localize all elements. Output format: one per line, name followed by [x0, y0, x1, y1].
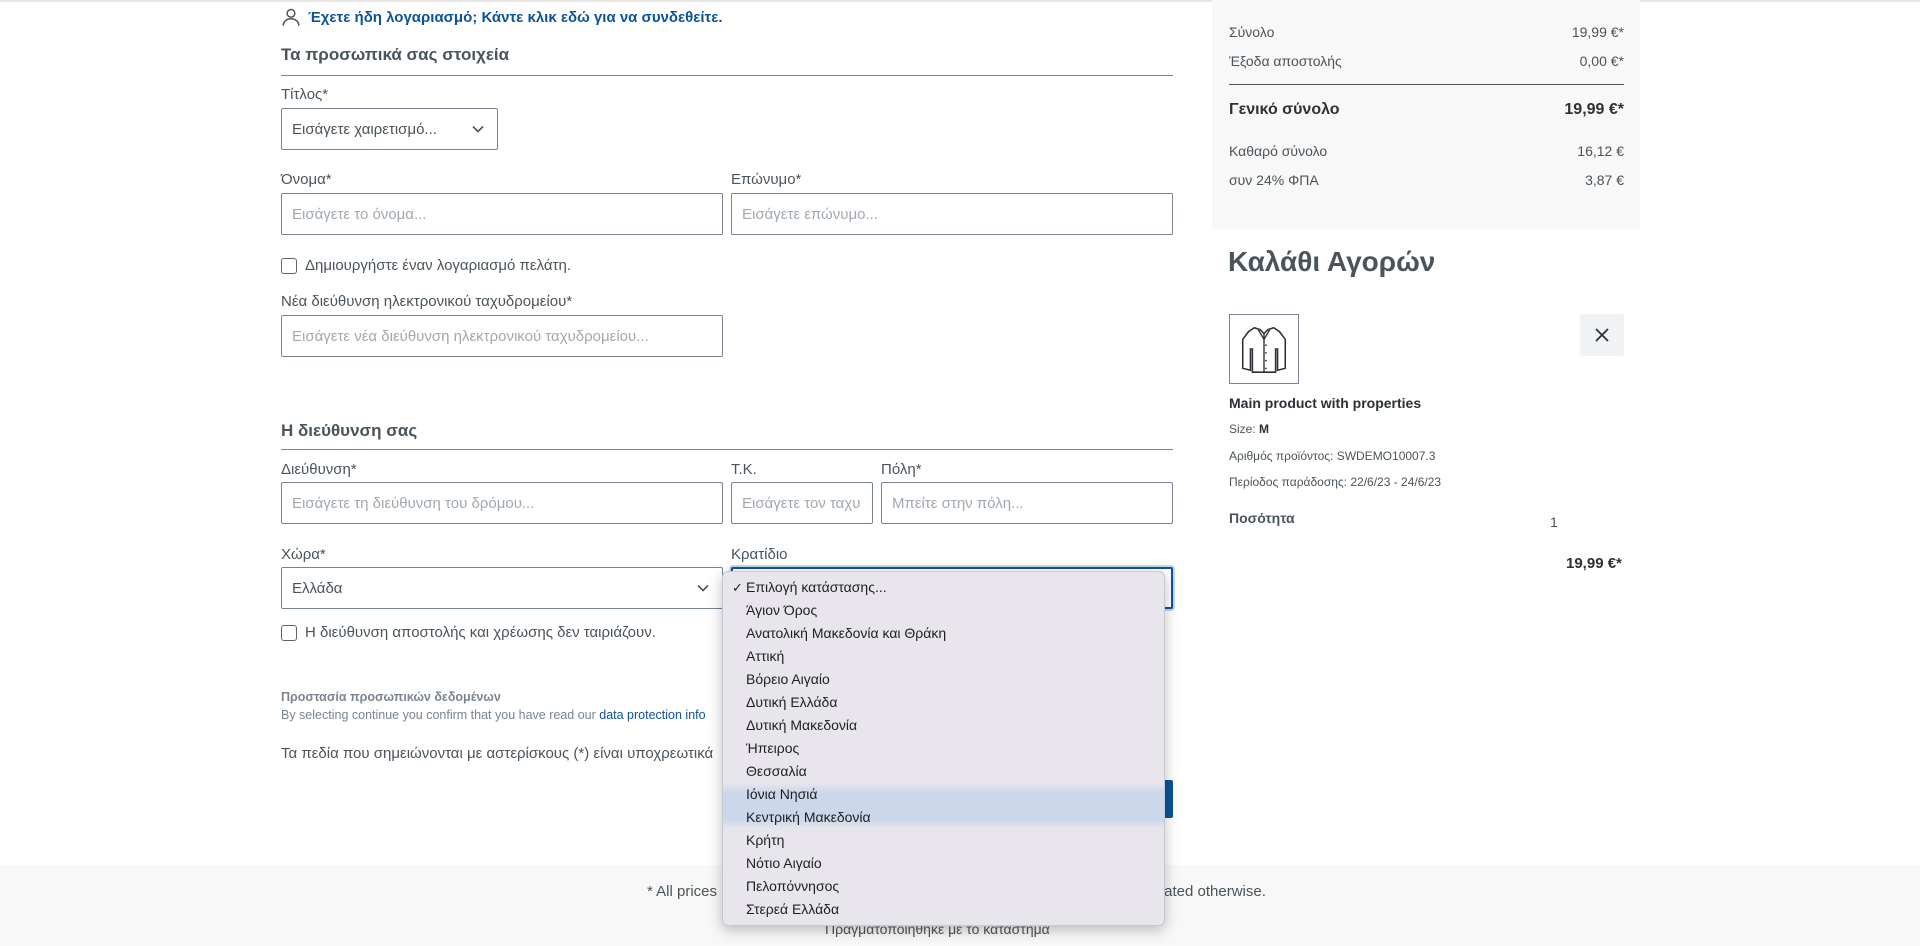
- different-shipping-label: Η διεύθυνση αποστολής και χρέωσης δεν τα…: [305, 624, 656, 641]
- country-select[interactable]: Ελλάδα: [281, 567, 723, 609]
- create-account-checkbox[interactable]: [281, 257, 297, 274]
- product-number: Αριθμός προϊόντος: SWDEMO10007.3: [1229, 449, 1436, 463]
- state-option[interactable]: Αττική: [723, 645, 1164, 668]
- subtotal-label: Σύνολο: [1229, 24, 1275, 40]
- first-name-field[interactable]: Εισάγετε το όνομα...: [281, 193, 723, 235]
- state-option[interactable]: Βόρειο Αιγαίο: [723, 668, 1164, 691]
- create-account-row[interactable]: Δημιουργήστε έναν λογαριασμό πελάτη.: [281, 257, 571, 274]
- size-value: M: [1259, 422, 1270, 436]
- create-account-label: Δημιουργήστε έναν λογαριασμό πελάτη.: [305, 257, 571, 274]
- personal-heading: Τα προσωπικά σας στοιχεία: [281, 45, 510, 64]
- grand-total-value: 19,99 €*: [1564, 101, 1624, 118]
- country-value: Ελλάδα: [292, 579, 343, 597]
- city-placeholder: Μπείτε στην πόλη...: [892, 494, 1024, 512]
- shipping-row: Έξοδα αποστολής 0,00 €*: [1229, 53, 1624, 69]
- product-name[interactable]: Main product with properties: [1229, 395, 1421, 411]
- title-label: Τίτλος*: [281, 86, 329, 103]
- last-name-placeholder: Εισάγετε επώνυμο...: [742, 205, 878, 223]
- state-option[interactable]: Νότιο Αιγαίο: [723, 852, 1164, 875]
- state-option[interactable]: Ήπειρος: [723, 737, 1164, 760]
- shipping-value: 0,00 €*: [1579, 53, 1624, 69]
- state-option[interactable]: Στερεά Ελλάδα: [723, 898, 1164, 921]
- state-option[interactable]: Πελοπόννησος: [723, 875, 1164, 898]
- net-total-row: Καθαρό σύνολο 16,12 €: [1229, 143, 1624, 159]
- street-label: Διεύθυνση*: [281, 461, 357, 478]
- remove-item-button[interactable]: [1580, 314, 1624, 356]
- privacy-title: Προστασία προσωπικών δεδομένων: [281, 690, 501, 704]
- summary-divider: [1229, 84, 1624, 85]
- city-label: Πόλη*: [881, 461, 922, 478]
- state-option[interactable]: Δυτική Μακεδονία: [723, 714, 1164, 737]
- salutation-select[interactable]: Εισάγετε χαιρετισμό...: [281, 108, 498, 150]
- first-name-label: Όνομα*: [281, 171, 332, 188]
- state-label: Κρατίδιο: [731, 546, 788, 563]
- email-label: Νέα διεύθυνση ηλεκτρονικού ταχυδρομείου*: [281, 293, 573, 310]
- login-hint[interactable]: Έχετε ήδη λογαριασμό; Κάντε κλικ εδώ για…: [280, 6, 723, 28]
- salutation-value: Εισάγετε χαιρετισμό...: [292, 120, 437, 138]
- data-protection-link[interactable]: data protection info: [599, 708, 705, 722]
- privacy-text: By selecting continue you confirm that y…: [281, 708, 706, 722]
- line-item-price: 19,99 €*: [1566, 555, 1622, 572]
- vat-value: 3,87 €: [1585, 172, 1624, 188]
- state-dropdown-menu[interactable]: Επιλογή κατάστασης...Άγιον ΌροςΑνατολική…: [722, 571, 1165, 926]
- state-option[interactable]: Κεντρική Μακεδονία: [723, 806, 1164, 829]
- delivery-period: Περίοδος παράδοσης: 22/6/23 - 24/6/23: [1229, 475, 1442, 489]
- vat-row: συν 24% ΦΠΑ 3,87 €: [1229, 172, 1624, 188]
- chevron-down-icon: [472, 125, 484, 133]
- net-total-label: Καθαρό σύνολο: [1229, 143, 1328, 159]
- section-divider: [281, 75, 1173, 76]
- state-option[interactable]: Επιλογή κατάστασης...: [723, 576, 1164, 599]
- privacy-sentence: By selecting continue you confirm that y…: [281, 708, 600, 722]
- city-field[interactable]: Μπείτε στην πόλη...: [881, 482, 1173, 524]
- state-option[interactable]: Δυτική Ελλάδα: [723, 691, 1164, 714]
- required-fields-note: Τα πεδία που σημειώνονται με αστερίσκους…: [281, 745, 714, 762]
- quantity-value: 1: [1550, 514, 1558, 530]
- size-label: Size:: [1229, 422, 1260, 436]
- address-heading: Η διεύθυνση σας: [281, 421, 418, 440]
- street-placeholder: Εισάγετε τη διεύθυνση του δρόμου...: [292, 494, 535, 512]
- close-icon: [1595, 328, 1609, 342]
- grand-total-row: Γενικό σύνολο 19,99 €*: [1229, 101, 1624, 119]
- zip-placeholder: Εισάγετε τον ταχυ: [742, 494, 861, 512]
- shipping-label: Έξοδα αποστολής: [1229, 53, 1342, 69]
- product-image[interactable]: [1229, 314, 1299, 384]
- state-option[interactable]: Θεσσαλία: [723, 760, 1164, 783]
- state-options-list: Επιλογή κατάστασης...Άγιον ΌροςΑνατολική…: [723, 572, 1164, 921]
- email-placeholder: Εισάγετε νέα διεύθυνση ηλεκτρονικού ταχυ…: [292, 327, 649, 345]
- chevron-down-icon: [697, 584, 709, 592]
- vat-label: συν 24% ΦΠΑ: [1229, 172, 1319, 188]
- last-name-label: Επώνυμο*: [731, 171, 802, 188]
- first-name-placeholder: Εισάγετε το όνομα...: [292, 205, 427, 223]
- different-shipping-row[interactable]: Η διεύθυνση αποστολής και χρέωσης δεν τα…: [281, 624, 656, 641]
- zip-label: Τ.Κ.: [731, 461, 757, 478]
- jacket-icon: [1241, 326, 1287, 373]
- street-field[interactable]: Εισάγετε τη διεύθυνση του δρόμου...: [281, 482, 723, 524]
- country-label: Χώρα*: [281, 546, 326, 563]
- subtotal-row: Σύνολο 19,99 €*: [1229, 24, 1624, 40]
- section-divider: [281, 449, 1173, 450]
- footer-prices-note-end: tated otherwise.: [1160, 883, 1266, 900]
- state-option[interactable]: Άγιον Όρος: [723, 599, 1164, 622]
- footer-prices-note: * All prices: [647, 883, 718, 900]
- user-icon: [282, 8, 300, 26]
- net-total-value: 16,12 €: [1577, 143, 1624, 159]
- state-option[interactable]: Ανατολική Μακεδονία και Θράκη: [723, 622, 1164, 645]
- last-name-field[interactable]: Εισάγετε επώνυμο...: [731, 193, 1173, 235]
- email-field[interactable]: Εισάγετε νέα διεύθυνση ηλεκτρονικού ταχυ…: [281, 315, 723, 357]
- login-link[interactable]: Έχετε ήδη λογαριασμό; Κάντε κλικ εδώ για…: [308, 9, 723, 26]
- product-size: Size: M: [1229, 422, 1269, 436]
- grand-total-label: Γενικό σύνολο: [1229, 101, 1340, 118]
- cart-title: Καλάθι Αγορών: [1228, 246, 1436, 277]
- state-option[interactable]: Κρήτη: [723, 829, 1164, 852]
- subtotal-value: 19,99 €*: [1571, 24, 1624, 40]
- zip-field[interactable]: Εισάγετε τον ταχυ: [731, 482, 873, 524]
- quantity-label: Ποσότητα: [1229, 510, 1295, 526]
- state-option[interactable]: Ιόνια Νησιά: [723, 783, 1164, 806]
- different-shipping-checkbox[interactable]: [281, 624, 297, 641]
